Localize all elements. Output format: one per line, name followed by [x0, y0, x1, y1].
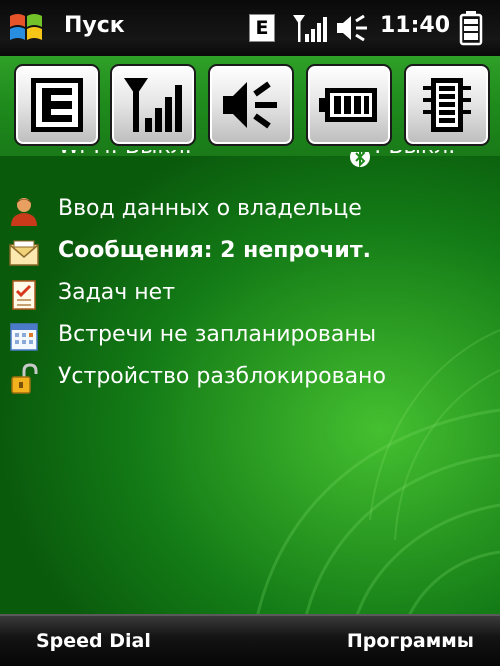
memory-chip-icon — [423, 78, 471, 132]
owner-info-label: Ввод данных о владельце — [58, 196, 362, 221]
volume-icon[interactable] — [334, 12, 372, 44]
messages-item[interactable]: Сообщения: 2 непрочит. — [0, 232, 500, 274]
battery-icon[interactable] — [458, 10, 484, 46]
calendar-label: Встречи не запланированы — [58, 322, 377, 347]
wifi-bluetooth-row[interactable]: Wi-Fi: Выкл. : Выкл. — [0, 150, 500, 172]
today-screen: Пуск E 11:40 Ввод данных о владельце Соо… — [0, 0, 500, 666]
status-indicator-row — [0, 56, 500, 156]
title-bar: Пуск E 11:40 — [0, 0, 500, 56]
bluetooth-status-text: : Выкл. — [374, 150, 455, 159]
calendar-icon — [10, 323, 38, 351]
volume-indicator-button[interactable] — [208, 64, 294, 146]
speed-dial-softkey[interactable]: Speed Dial — [36, 630, 151, 652]
signal-strength-icon[interactable] — [291, 12, 329, 44]
edge-data-icon[interactable]: E — [249, 14, 275, 42]
messages-label: Сообщения: 2 непрочит. — [58, 238, 371, 263]
unlocked-padlock-icon — [11, 363, 38, 394]
edge-data-icon — [31, 78, 83, 132]
owner-icon — [11, 198, 37, 226]
device-lock-label: Устройство разблокировано — [58, 364, 386, 389]
battery-indicator-button[interactable] — [306, 64, 392, 146]
messages-envelope-icon — [9, 240, 39, 266]
memory-indicator-button[interactable] — [404, 64, 490, 146]
tasks-label: Задач нет — [58, 280, 176, 305]
signal-indicator-button[interactable] — [110, 64, 196, 146]
signal-strength-icon — [124, 78, 182, 132]
volume-icon — [223, 81, 277, 129]
start-title[interactable]: Пуск — [64, 13, 125, 38]
tasks-icon — [12, 280, 36, 310]
softkey-bar: Speed Dial Программы — [0, 614, 500, 666]
device-lock-item[interactable]: Устройство разблокировано — [0, 358, 500, 400]
owner-info-item[interactable]: Ввод данных о владельце — [0, 190, 500, 232]
clock[interactable]: 11:40 — [380, 13, 450, 38]
calendar-item[interactable]: Встречи не запланированы — [0, 316, 500, 358]
battery-icon — [319, 88, 377, 122]
programs-softkey[interactable]: Программы — [347, 630, 474, 652]
wifi-status-text: Wi-Fi: Выкл. — [58, 150, 192, 159]
edge-indicator-button[interactable] — [14, 64, 100, 146]
tasks-item[interactable]: Задач нет — [0, 274, 500, 316]
bluetooth-icon — [350, 152, 370, 168]
windows-flag-icon[interactable] — [6, 8, 46, 48]
